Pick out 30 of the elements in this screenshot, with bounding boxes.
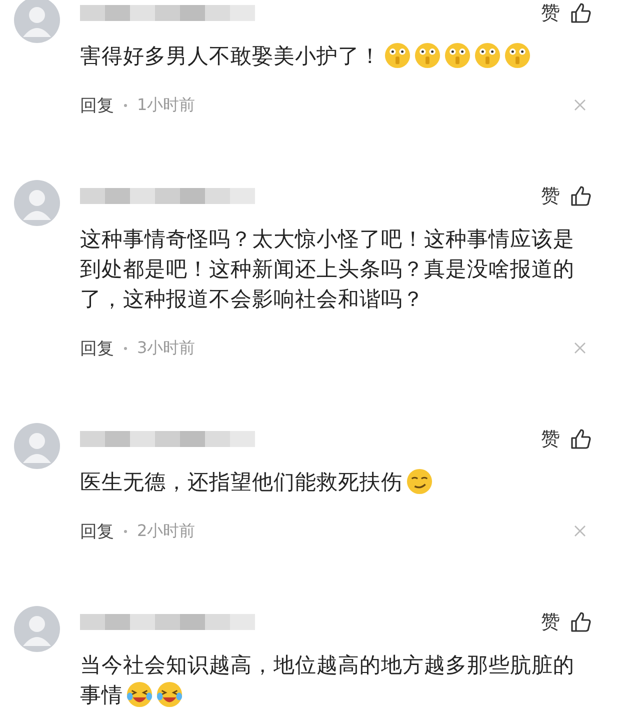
grimace-emoji-icon: [504, 42, 531, 69]
laughing-crying-emoji-icon: [126, 681, 153, 708]
laughing-crying-emoji-icon: [156, 681, 183, 708]
thumbs-up-icon[interactable]: [570, 428, 592, 450]
comment-text: 害得好多男人不敢娶美小护了！: [80, 41, 580, 71]
like-link[interactable]: 赞: [541, 426, 560, 452]
thumbs-up-icon[interactable]: [570, 185, 592, 207]
avatar: [14, 180, 60, 226]
avatar: [14, 606, 60, 652]
timestamp: 3小时前: [137, 338, 196, 358]
grimace-emoji-icon: [444, 42, 471, 69]
grimace-emoji-icon: [384, 42, 411, 69]
thumbs-up-icon[interactable]: [570, 611, 592, 633]
grimace-emoji-icon: [474, 42, 501, 69]
like-link[interactable]: 赞: [541, 0, 560, 26]
comment-text: 医生无德，还指望他们能救死扶伤: [80, 467, 580, 497]
reply-link[interactable]: 回复: [80, 336, 114, 360]
reply-link[interactable]: 回复: [80, 94, 114, 116]
thumbs-up-icon[interactable]: [570, 2, 592, 24]
comment-text: 这种事情奇怪吗？太大惊小怪了吧！这种事情应该是到处都是吧！这种新闻还上头条吗？真是没啥报道的了，这种报道不会影响社会和谐吗？: [80, 226, 576, 313]
avatar: [14, 423, 60, 469]
like-link[interactable]: 赞: [541, 609, 560, 635]
reply-link[interactable]: 回复: [80, 520, 114, 542]
timestamp: 2小时前: [137, 520, 196, 542]
timestamp: 1小时前: [137, 94, 196, 116]
like-link[interactable]: 赞: [541, 183, 560, 209]
smirk-emoji-icon: [406, 468, 432, 495]
grimace-emoji-icon: [414, 42, 441, 69]
comment-text: 当今社会知识越高，地位越高的地方越多那些肮脏的事情: [80, 652, 576, 710]
avatar: [14, 0, 60, 43]
